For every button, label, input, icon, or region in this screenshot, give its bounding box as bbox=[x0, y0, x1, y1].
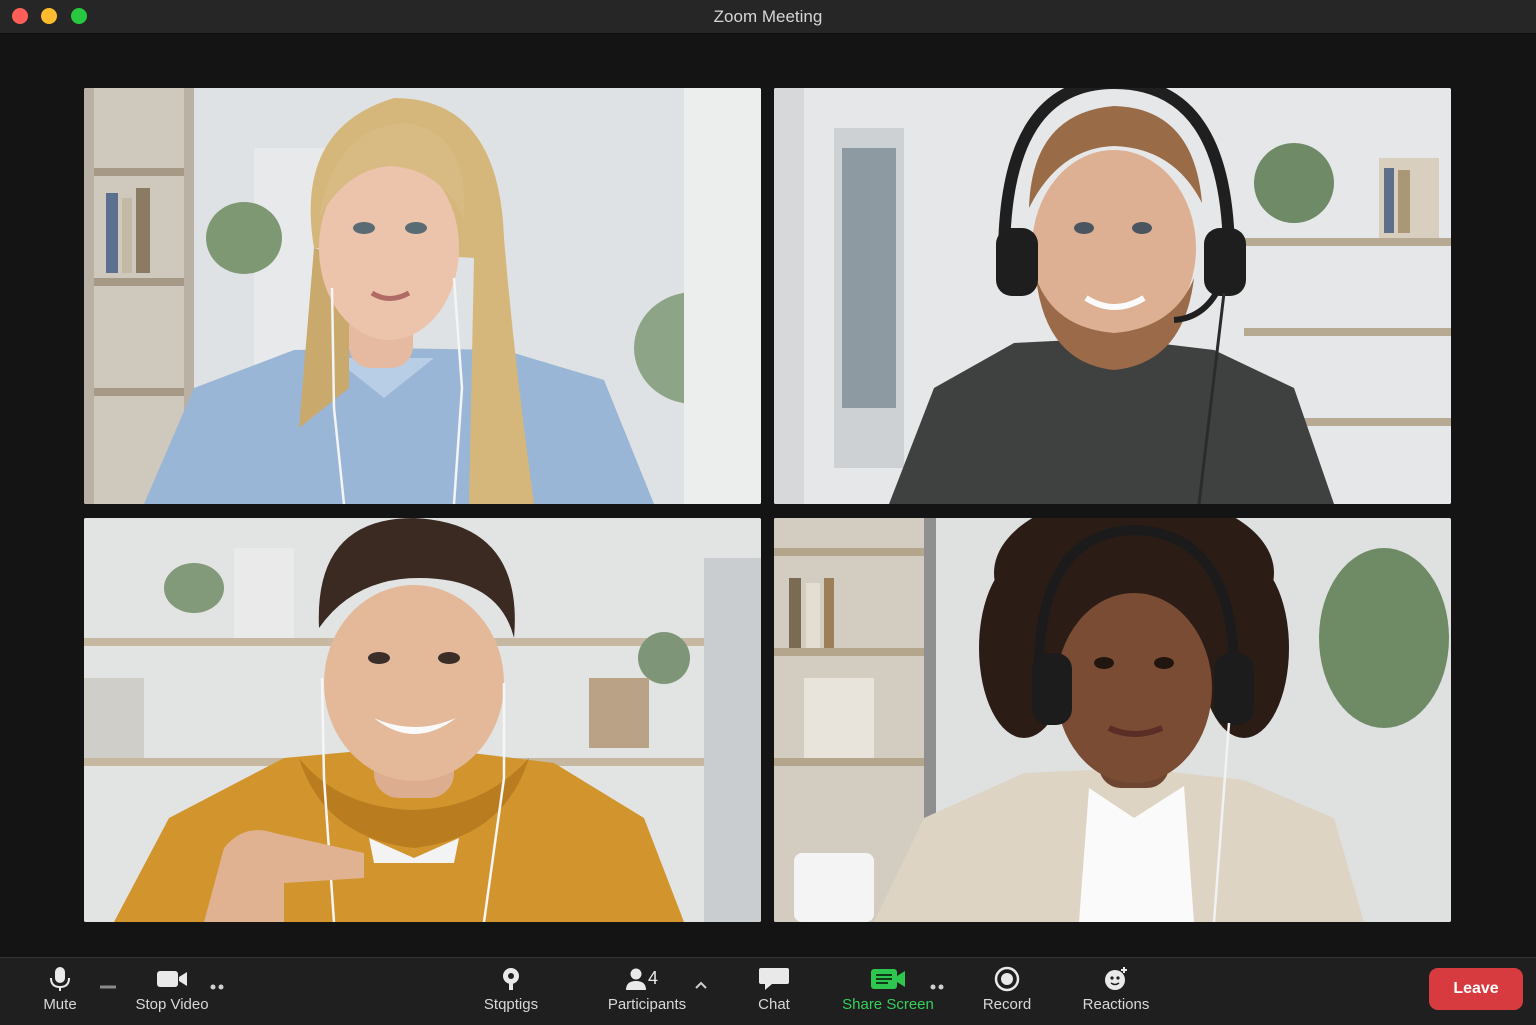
chevron-up-icon[interactable] bbox=[690, 976, 712, 994]
audio-options-icon[interactable] bbox=[97, 978, 119, 996]
mute-label: Mute bbox=[43, 996, 77, 1013]
stop-video-label: Stop Video bbox=[135, 996, 209, 1013]
microphone-icon bbox=[50, 967, 70, 991]
share-screen-label: Share Screen bbox=[842, 996, 934, 1013]
participants-button[interactable]: 4 Participants bbox=[602, 966, 692, 1013]
settings-icon bbox=[503, 968, 519, 990]
share-options-icon[interactable] bbox=[926, 978, 948, 996]
video-options-icon[interactable] bbox=[206, 978, 228, 996]
stop-video-button[interactable]: Stop Video bbox=[128, 966, 216, 1013]
participants-label: Participants bbox=[607, 996, 687, 1013]
video-tile-participant-2[interactable] bbox=[774, 88, 1451, 504]
participant-video-1 bbox=[84, 88, 761, 504]
video-tile-participant-4[interactable] bbox=[774, 518, 1451, 922]
settings-button[interactable]: Stqptigs bbox=[472, 966, 550, 1013]
video-tile-participant-3[interactable] bbox=[84, 518, 761, 922]
record-icon bbox=[994, 966, 1020, 992]
participants-icon bbox=[626, 968, 646, 990]
participant-count: 4 bbox=[648, 968, 659, 988]
record-button[interactable]: Record bbox=[978, 966, 1036, 1013]
chat-label: Chat bbox=[758, 996, 790, 1013]
settings-label: Stqptigs bbox=[483, 996, 539, 1013]
participant-video-3 bbox=[84, 518, 761, 922]
share-screen-icon bbox=[871, 969, 905, 989]
participant-video-2 bbox=[774, 88, 1451, 504]
chat-icon bbox=[759, 968, 789, 990]
video-camera-icon bbox=[157, 971, 187, 987]
title-bar: Zoom Meeting bbox=[0, 0, 1536, 34]
record-label: Record bbox=[982, 996, 1032, 1013]
video-tile-participant-1[interactable] bbox=[84, 88, 761, 504]
reactions-label: Reactions bbox=[1082, 996, 1150, 1013]
chat-button[interactable]: Chat bbox=[748, 966, 800, 1013]
reactions-icon bbox=[1105, 967, 1127, 990]
mute-button[interactable]: Mute bbox=[36, 966, 84, 1013]
share-screen-button[interactable]: Share Screen bbox=[838, 966, 938, 1013]
leave-button[interactable]: Leave bbox=[1429, 968, 1523, 1010]
participant-video-4 bbox=[774, 518, 1451, 922]
window-title: Zoom Meeting bbox=[713, 7, 823, 26]
meeting-toolbar: Mute Stop Video Stqptigs 4 Participants bbox=[0, 957, 1536, 1025]
reactions-button[interactable]: Reactions bbox=[1078, 966, 1154, 1013]
